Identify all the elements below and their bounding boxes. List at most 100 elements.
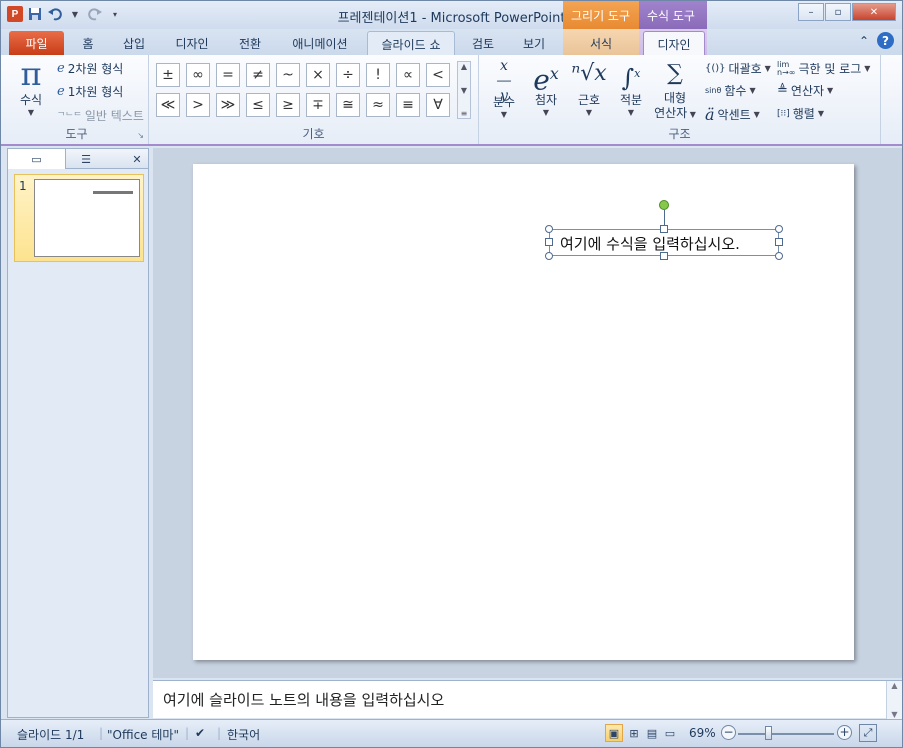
bracket-dropdown-icon: ▼ [764,64,771,73]
limit-log-button[interactable]: lim n→∞ 극한 및 로그 ▼ [777,60,870,77]
integral-button[interactable]: ∫x 적분 ▼ [613,57,649,117]
tools-group: π 수식 ▼ e 2차원 형식 e 1차원 형식 ᄀᄂᄃ 일반 텍스트 도구 ↘ [5,55,149,144]
status-divider: | [99,726,104,740]
rotation-handle[interactable] [659,200,669,210]
symbol-factorial[interactable]: ! [366,63,390,87]
language-status[interactable]: 한국어 [227,726,260,743]
function-button[interactable]: sinθ 함수 ▼ [705,82,756,99]
slideshow-view-icon[interactable]: ▭ [661,724,679,742]
tab-insert[interactable]: 삽입 [113,31,155,55]
zoom-slider-thumb[interactable] [765,726,772,740]
reading-view-icon[interactable]: ▤ [643,724,661,742]
resize-handle-bottom-right[interactable] [775,252,783,260]
tab-slides-thumbnails[interactable]: ▭ [8,149,66,169]
symbol-greater-equal[interactable]: ≥ [276,93,300,117]
gallery-up-icon[interactable]: ▲ [461,62,467,71]
tab-design[interactable]: 디자인 [167,31,217,55]
resize-handle-left[interactable] [545,238,553,246]
tab-slideshow[interactable]: 슬라이드 쇼 [367,31,455,55]
linear-format-button[interactable]: e 1차원 형식 [57,83,123,100]
slide-edit-area: 여기에 수식을 입력하십시오. [153,148,902,678]
fraction-dropdown-icon: ▼ [500,110,508,119]
tab-file[interactable]: 파일 [9,31,64,55]
slide-canvas[interactable]: 여기에 수식을 입력하십시오. [193,164,854,660]
slides-panel: ▭ ☰ ✕ 1 [7,148,149,718]
normal-view-icon[interactable]: ▣ [605,724,623,742]
resize-handle-bottom[interactable] [660,252,668,260]
notes-scroll-up-icon[interactable]: ▲ [891,681,897,690]
tab-transitions[interactable]: 전환 [229,31,271,55]
gallery-more-icon[interactable]: ≡ [461,109,468,118]
symbol-plus-minus[interactable]: ± [156,63,180,87]
professional-format-button[interactable]: e 2차원 형식 [57,60,123,77]
symbol-not-equal[interactable]: ≠ [246,63,270,87]
equation-button[interactable]: π 수식 ▼ [11,57,51,117]
fit-to-window-icon[interactable]: ⤢ [859,724,877,742]
symbol-congruent[interactable]: ≅ [336,93,360,117]
symbol-infinity[interactable]: ∞ [186,63,210,87]
tab-view[interactable]: 보기 [513,31,555,55]
minimize-button[interactable]: – [798,3,824,21]
zoom-in-button[interactable]: + [837,725,852,740]
resize-handle-top-left[interactable] [545,225,553,233]
large-operator-button[interactable]: ∑ 대형 연산자 ▼ [653,57,697,122]
matrix-label: 행렬 [792,107,815,121]
symbol-divide[interactable]: ÷ [336,63,360,87]
resize-handle-top[interactable] [660,225,668,233]
tab-home[interactable]: 홈 [73,31,103,55]
function-dropdown-icon: ▼ [749,86,756,95]
theme-status[interactable]: "Office 테마" [107,726,179,743]
radical-button[interactable]: ⁿ√x 근호 ▼ [571,57,607,117]
symbol-minus-plus[interactable]: ∓ [306,93,330,117]
notes-pane[interactable]: 여기에 슬라이드 노트의 내용을 입력하십시오 ▲ ▼ [153,680,902,719]
symbol-proportional[interactable]: ∝ [396,63,420,87]
tab-format[interactable]: 서식 [573,31,629,55]
symbol-less-than[interactable]: < [426,63,450,87]
symbol-identical[interactable]: ≡ [396,93,420,117]
tab-animations[interactable]: 애니메이션 [283,31,357,55]
symbol-greater-than[interactable]: > [186,93,210,117]
symbol-gallery-scrollbar[interactable]: ▲ ▼ ≡ [457,61,471,119]
script-button[interactable]: ex 첨자 ▼ [527,57,565,117]
symbol-approx[interactable]: ≈ [366,93,390,117]
resize-handle-top-right[interactable] [775,225,783,233]
operator-button[interactable]: ≜ 연산자 ▼ [777,82,833,99]
notes-scrollbar[interactable]: ▲ ▼ [886,681,902,719]
matrix-button[interactable]: [⁝⁝] 행렬 ▼ [777,105,824,122]
normal-text-button[interactable]: ᄀᄂᄃ 일반 텍스트 [57,107,144,124]
tab-equation-design[interactable]: 디자인 [643,31,705,55]
zoom-level[interactable]: 69% [689,726,716,740]
notes-scroll-down-icon[interactable]: ▼ [891,710,897,719]
minimize-ribbon-icon[interactable]: ⌃ [859,34,869,48]
slide-thumbnail-1[interactable]: 1 [14,174,144,262]
symbol-equals[interactable]: = [216,63,240,87]
symbol-for-all[interactable]: ∀ [426,93,450,117]
fraction-button[interactable]: x ― y 분수 ▼ [487,59,521,120]
symbol-less-equal[interactable]: ≤ [246,93,270,117]
tab-review[interactable]: 검토 [463,31,503,55]
close-button[interactable]: ✕ [852,3,896,21]
slide-count-status[interactable]: 슬라이드 1/1 [17,726,84,743]
symbol-times[interactable]: × [306,63,330,87]
gallery-down-icon[interactable]: ▼ [461,86,467,95]
accent-button[interactable]: ä 악센트 ▼ [705,105,760,124]
notes-placeholder[interactable]: 여기에 슬라이드 노트의 내용을 입력하십시오 [163,689,444,710]
bracket-button[interactable]: {()} 대괄호 ▼ [705,60,771,77]
symbol-much-greater[interactable]: ≫ [216,93,240,117]
symbol-tilde[interactable]: ~ [276,63,300,87]
resize-handle-bottom-left[interactable] [545,252,553,260]
close-panel-button[interactable]: ✕ [126,149,148,169]
restore-button[interactable]: ▫ [825,3,851,21]
help-icon[interactable]: ? [877,32,894,49]
zoom-out-button[interactable]: − [721,725,736,740]
equation-placeholder-text[interactable]: 여기에 수식을 입력하십시오. [560,233,740,254]
symbol-much-less[interactable]: ≪ [156,93,180,117]
spelling-check-icon[interactable]: ✔ [195,726,205,740]
tools-dialog-launcher-icon[interactable]: ↘ [137,131,144,140]
accent-icon: ä [705,105,715,124]
tab-outline[interactable]: ☰ [66,149,106,169]
slide-sorter-view-icon[interactable]: ⊞ [625,724,643,742]
resize-handle-right[interactable] [775,238,783,246]
ribbon-tab-bar: 파일 홈 삽입 디자인 전환 애니메이션 슬라이드 쇼 검토 보기 서식 디자인… [1,29,902,55]
zoom-slider-track[interactable] [738,733,834,735]
